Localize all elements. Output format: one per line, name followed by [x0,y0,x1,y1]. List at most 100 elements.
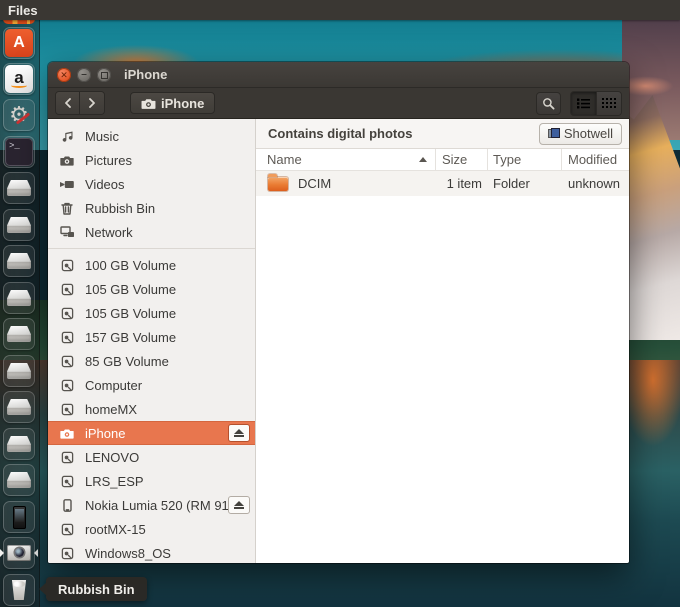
history-nav-group [55,91,105,115]
open-shotwell-button[interactable]: Shotwell [539,123,622,145]
sidebar-item-rootmx-15[interactable]: rootMX-15 [48,517,255,541]
folder-icon [268,177,288,191]
launcher-item-amazon[interactable]: a [3,63,35,95]
launcher-item-drive-3[interactable] [3,245,35,277]
sidebar-item-label: Videos [85,177,125,192]
sidebar-item-iphone[interactable]: iPhone [48,421,255,445]
music-notes-icon [59,128,75,144]
column-header-size[interactable]: Size [436,149,488,170]
launcher-item-settings[interactable]: ⚙ [3,99,35,131]
sidebar-item-music[interactable]: Music [48,124,255,148]
sidebar-item-lenovo[interactable]: LENOVO [48,445,255,469]
camera-icon [59,152,75,168]
launcher-item-phone[interactable] [3,501,35,533]
sidebar-separator [48,248,255,249]
infobar: Contains digital photos Shotwell [256,119,629,149]
video-camera-icon [59,176,75,192]
hard-drive-icon [59,257,75,273]
launcher-item-software-a[interactable]: A [3,27,35,59]
maximize-button[interactable] [97,68,111,82]
launcher-item-drive-5[interactable] [3,318,35,350]
sidebar-item-videos[interactable]: Videos [48,172,255,196]
breadcrumb-iphone[interactable]: iPhone [130,92,215,114]
sidebar-item-label: Network [85,225,133,240]
column-header-modified[interactable]: Modified [562,149,629,170]
tooltip-arrow [39,582,47,596]
window-toolbar: iPhone [48,88,629,119]
hard-drive-icon [7,399,31,415]
back-button[interactable] [56,92,80,114]
sidebar-item-label: Windows8_OS [85,546,171,561]
devices-list: 100 GB Volume 105 GB Volume 105 GB Volum… [48,253,255,563]
hard-drive-icon [7,436,31,452]
window-content: Music Pictures Videos [48,119,629,563]
file-row-dcim[interactable]: DCIM 1 item Folder unknown [256,171,629,196]
forward-button[interactable] [80,92,104,114]
sidebar-item-nokia-lumia[interactable]: Nokia Lumia 520 (RM 914) [48,493,255,517]
launcher-item-drive-9[interactable] [3,464,35,496]
system-settings-icon: ⚙ [9,104,29,126]
sidebar-item-homemx[interactable]: homeMX [48,397,255,421]
hard-drive-icon [7,217,31,233]
close-button[interactable] [57,68,71,82]
sidebar-item-label: 105 GB Volume [85,306,176,321]
infobar-message: Contains digital photos [268,126,412,141]
search-icon [542,97,555,110]
sidebar-item-label: LENOVO [85,450,139,465]
hard-drive-icon [7,253,31,269]
amazon-icon: a [5,65,33,93]
hard-drive-icon [59,377,75,393]
column-header-name[interactable]: Name [256,149,436,170]
launcher-item-drive-6[interactable] [3,355,35,387]
column-header-type[interactable]: Type [488,149,562,170]
launcher-item-drive-8[interactable] [3,428,35,460]
files-window: iPhone iPhone [48,62,629,563]
sidebar-item-volume-100gb[interactable]: 100 GB Volume [48,253,255,277]
launcher-item-rubbish-bin[interactable] [3,574,35,606]
sidebar-item-lrs-esp[interactable]: LRS_ESP [48,469,255,493]
sidebar-item-label: 100 GB Volume [85,258,176,273]
list-view-button[interactable] [571,92,596,115]
sidebar-item-volume-157gb[interactable]: 157 GB Volume [48,325,255,349]
sidebar-item-volume-85gb[interactable]: 85 GB Volume [48,349,255,373]
launcher-item-drive-1[interactable] [3,172,35,204]
grid-view-button[interactable] [596,92,621,115]
sidebar-item-label: iPhone [85,426,125,441]
file-modified-cell: unknown [562,176,629,191]
search-button[interactable] [536,92,561,115]
sidebar-item-label: LRS_ESP [85,474,144,489]
launcher-item-drive-2[interactable] [3,209,35,241]
sidebar-item-computer[interactable]: Computer [48,373,255,397]
sidebar-item-windows8-os[interactable]: Windows8_OS [48,541,255,563]
minimize-button[interactable] [77,68,91,82]
eject-button-iphone[interactable] [228,424,250,442]
window-titlebar[interactable]: iPhone [48,62,629,88]
sidebar-item-volume-105gb-a[interactable]: 105 GB Volume [48,277,255,301]
software-a-app-icon: A [5,29,33,57]
eject-icon [234,429,244,434]
app-menu-files[interactable]: Files [0,3,38,18]
sidebar-item-network[interactable]: Network [48,220,255,244]
window-title: iPhone [124,67,167,82]
hard-drive-icon [59,545,75,561]
chevron-right-icon [88,98,96,108]
hard-drive-icon [59,521,75,537]
eject-button-nokia[interactable] [228,496,250,514]
hard-drive-icon [59,473,75,489]
launcher-item-drive-4[interactable] [3,282,35,314]
sidebar-item-pictures[interactable]: Pictures [48,148,255,172]
file-type-cell: Folder [488,176,562,191]
sidebar-item-rubbish-bin[interactable]: Rubbish Bin [48,196,255,220]
chevron-left-icon [64,98,72,108]
file-pane: Contains digital photos Shotwell Name Si… [256,119,629,563]
sidebar-item-label: Computer [85,378,142,393]
sidebar-item-volume-105gb-b[interactable]: 105 GB Volume [48,301,255,325]
list-view-icon [577,98,590,109]
launcher-item-camera-iphone[interactable] [3,537,35,569]
launcher-item-drive-7[interactable] [3,391,35,423]
toolbar-right-group [536,91,622,116]
desktop: Files A a ⚙ >_ [0,0,680,607]
sidebar-item-label: 105 GB Volume [85,282,176,297]
launcher-item-terminal[interactable]: >_ [3,136,35,168]
hard-drive-icon [7,363,31,379]
